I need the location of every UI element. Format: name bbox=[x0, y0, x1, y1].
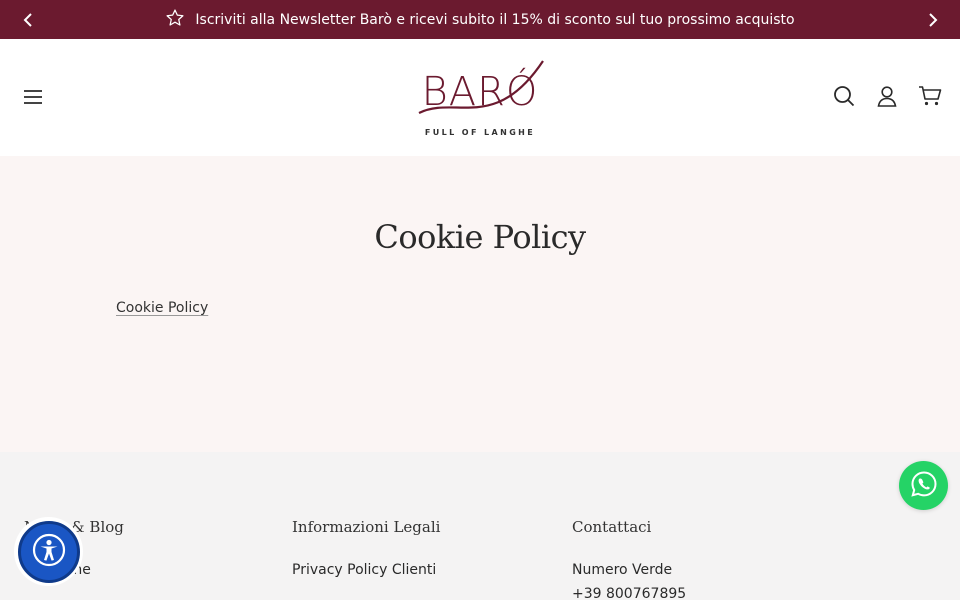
star-icon bbox=[165, 8, 185, 32]
chevron-right-icon[interactable] bbox=[913, 0, 952, 39]
search-icon[interactable] bbox=[831, 83, 856, 108]
footer-column-legal: Informazioni Legali Privacy Policy Clien… bbox=[292, 518, 440, 582]
site-logo[interactable]: BARÓ FULL OF LANGHE bbox=[405, 55, 555, 141]
footer-contact-label: Numero Verde bbox=[572, 562, 673, 578]
announcement-bar: Iscriviti alla Newsletter Barò e ricevi … bbox=[0, 0, 960, 39]
announcement-message[interactable]: Iscriviti alla Newsletter Barò e ricevi … bbox=[165, 8, 795, 32]
cookie-policy-link[interactable]: Cookie Policy bbox=[116, 300, 208, 316]
chevron-left-icon[interactable] bbox=[8, 0, 47, 39]
logo-tagline: FULL OF LANGHE bbox=[425, 128, 535, 137]
page-title: Cookie Policy bbox=[374, 218, 586, 256]
accessibility-button[interactable] bbox=[14, 517, 83, 586]
footer-link-privacy[interactable]: Privacy Policy Clienti bbox=[292, 558, 440, 582]
cart-icon[interactable] bbox=[917, 83, 942, 108]
whatsapp-button[interactable] bbox=[899, 461, 948, 510]
hamburger-icon[interactable] bbox=[20, 85, 46, 109]
footer-heading-legal: Informazioni Legali bbox=[292, 518, 441, 536]
user-icon[interactable] bbox=[874, 83, 899, 108]
site-footer: News & Blog Magazine Informazioni Legali… bbox=[0, 452, 960, 600]
footer-column-contact: Contattaci Numero Verde +39 800767895 bbox=[572, 518, 686, 600]
whatsapp-icon bbox=[909, 469, 939, 503]
page-content: Cookie Policy Cookie Policy bbox=[0, 156, 960, 452]
site-header: BARÓ FULL OF LANGHE bbox=[0, 39, 960, 156]
announcement-text: Iscriviti alla Newsletter Barò e ricevi … bbox=[195, 11, 795, 28]
accessibility-icon bbox=[32, 533, 66, 571]
footer-heading-contact: Contattaci bbox=[572, 518, 652, 536]
footer-contact-phone[interactable]: +39 800767895 bbox=[572, 582, 686, 600]
